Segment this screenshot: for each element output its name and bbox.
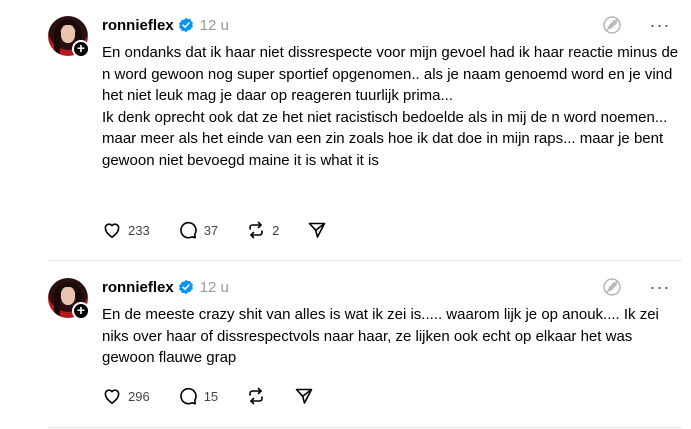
username[interactable]: ronnieflex — [102, 279, 174, 296]
reply-button[interactable]: 15 — [178, 386, 218, 406]
repost-button[interactable]: 2 — [246, 220, 279, 240]
verified-badge-icon — [178, 17, 194, 33]
like-button[interactable]: 233 — [102, 220, 150, 240]
repost-button[interactable] — [246, 386, 266, 406]
like-button[interactable]: 296 — [102, 386, 150, 406]
like-count: 233 — [128, 222, 150, 238]
avatar[interactable]: + — [48, 16, 90, 58]
post-header-icons: ··· — [601, 276, 671, 298]
reply-button[interactable]: 37 — [178, 220, 218, 240]
post-timestamp: 12 u — [199, 278, 229, 296]
repost-count: 2 — [272, 222, 280, 238]
verified-badge-icon — [178, 279, 194, 295]
send-icon — [309, 222, 326, 238]
more-horizontal-icon[interactable]: ··· — [649, 14, 671, 36]
heart-icon — [104, 223, 120, 238]
share-button[interactable] — [307, 220, 327, 240]
repost-icon — [249, 387, 263, 405]
post-text: En ondanks dat ik haar niet dissrespecte… — [102, 44, 679, 169]
reply-count: 37 — [203, 222, 219, 238]
post-header: ronnieflex 12 u — [102, 276, 229, 298]
edit-disabled-icon[interactable] — [601, 276, 623, 298]
post-divider — [48, 427, 682, 428]
heart-icon — [104, 389, 120, 404]
avatar-face-shape — [61, 287, 75, 305]
more-horizontal-icon[interactable]: ··· — [649, 276, 671, 298]
share-button[interactable] — [294, 386, 314, 406]
follow-plus-icon[interactable]: + — [72, 40, 90, 58]
follow-plus-icon[interactable]: + — [72, 302, 90, 320]
avatar-face-shape — [61, 25, 75, 43]
post-header-icons: ··· — [601, 14, 671, 36]
threads-feed: + ronnieflex 12 u ··· En ondanks dat ik … — [0, 0, 691, 429]
comment-bubble-icon — [179, 387, 197, 405]
post-actions: 296 15 — [102, 386, 342, 406]
post-text: En de meeste crazy shit van alles is wat… — [102, 306, 664, 366]
thread-post[interactable]: + ronnieflex 12 u ··· En ondanks dat ik … — [0, 0, 691, 260]
username[interactable]: ronnieflex — [102, 17, 174, 34]
reply-count: 15 — [203, 388, 219, 404]
repost-icon — [249, 221, 263, 239]
comment-bubble-icon — [179, 221, 197, 239]
post-timestamp: 12 u — [199, 16, 229, 34]
send-icon — [295, 388, 313, 404]
post-divider — [48, 260, 682, 261]
post-actions: 233 37 2 — [102, 220, 355, 240]
avatar[interactable]: + — [48, 278, 90, 320]
edit-disabled-icon[interactable] — [601, 14, 623, 36]
like-count: 296 — [128, 388, 150, 404]
post-header: ronnieflex 12 u — [102, 14, 229, 36]
thread-post[interactable]: + ronnieflex 12 u ··· En de meeste crazy… — [0, 262, 691, 429]
